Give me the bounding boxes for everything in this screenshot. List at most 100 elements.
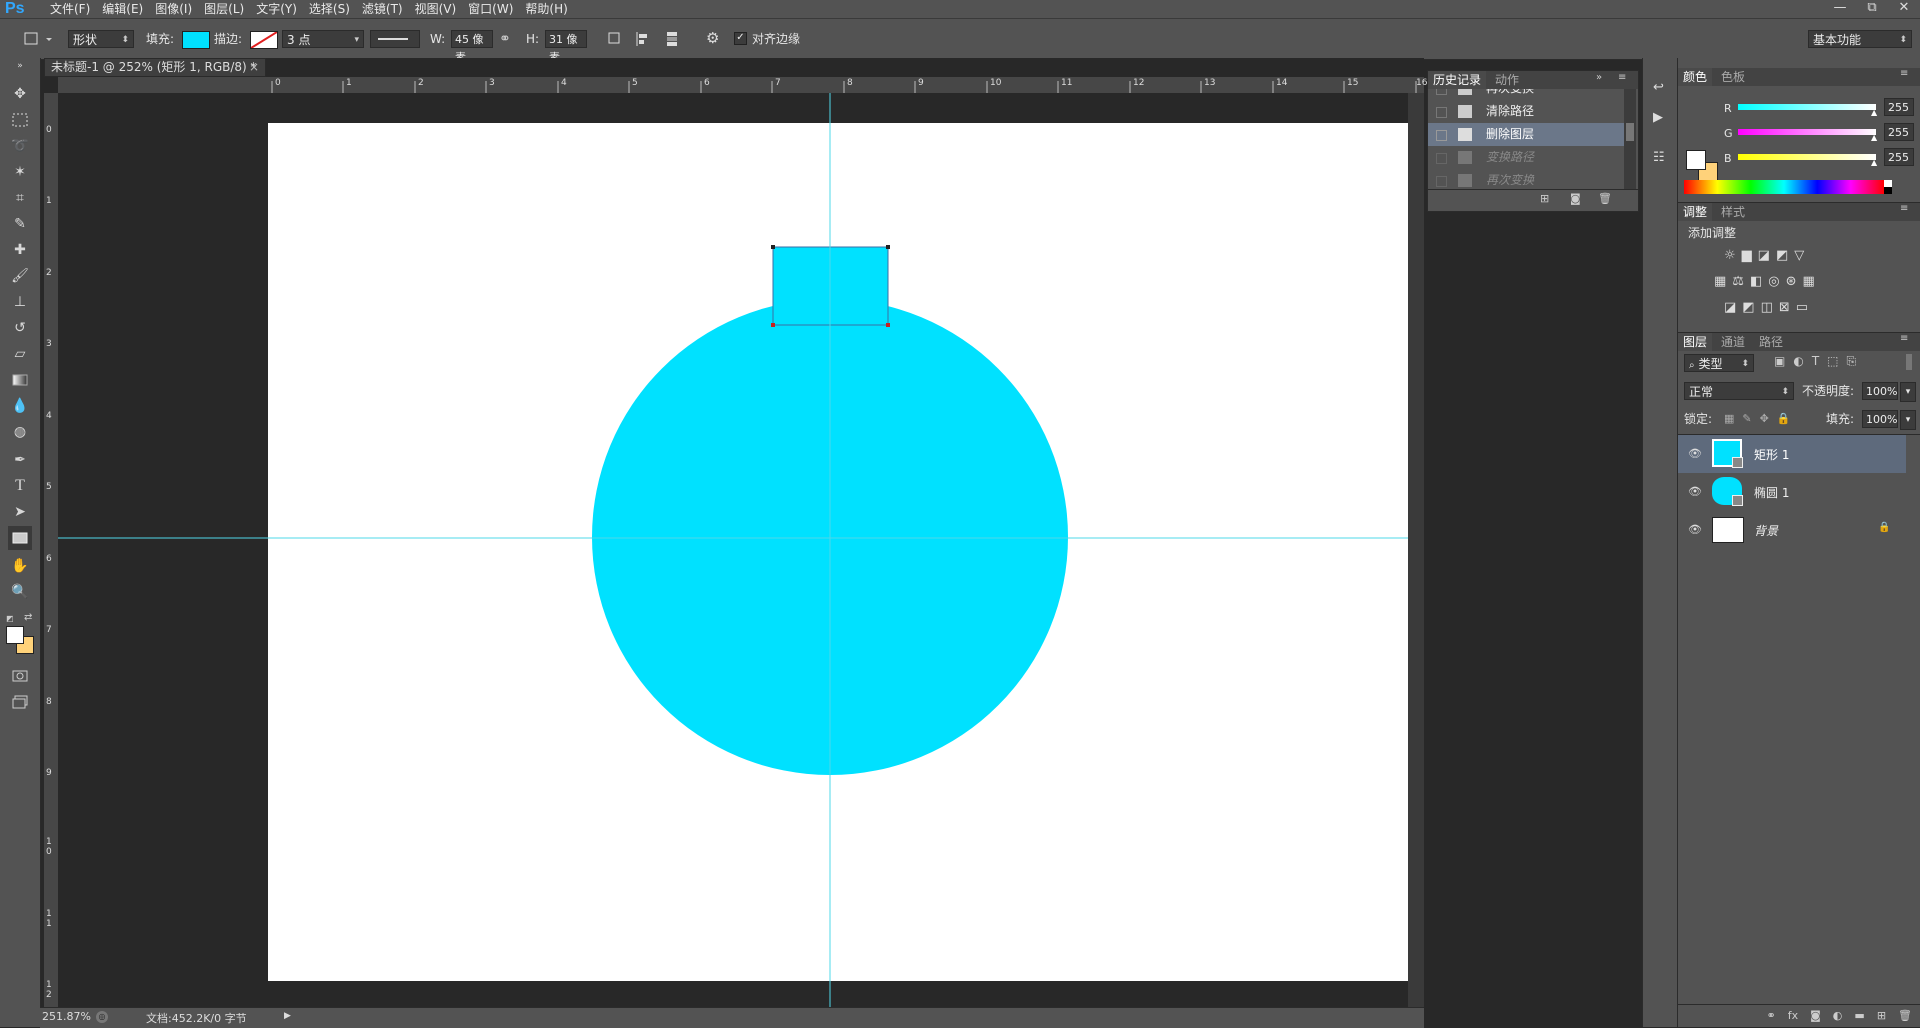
- color-balance-icon[interactable]: ⚖: [1732, 274, 1744, 289]
- camera-icon[interactable]: ◙: [1570, 192, 1581, 205]
- close-tab-button[interactable]: ×: [249, 59, 259, 76]
- panel-menu-icon[interactable]: ≡: [1900, 333, 1908, 344]
- fill-swatch[interactable]: [182, 31, 210, 49]
- actions-panel-icon[interactable]: ▶: [1653, 110, 1663, 125]
- posterize-icon[interactable]: ◩: [1742, 300, 1754, 315]
- eye-icon[interactable]: 👁: [1688, 447, 1702, 460]
- status-info-icon[interactable]: ◎: [96, 1011, 108, 1023]
- hue-saturation-icon[interactable]: ▦: [1714, 274, 1726, 289]
- workspace-switcher[interactable]: 基本功能 ⬍: [1808, 30, 1912, 48]
- white-sample[interactable]: [1884, 180, 1892, 187]
- quick-mask-icon[interactable]: [8, 664, 32, 688]
- menu-layer[interactable]: 图层(L): [198, 0, 250, 18]
- color-lookup-icon[interactable]: ▦: [1803, 274, 1815, 289]
- brightness-icon[interactable]: ☼: [1724, 248, 1736, 263]
- gradient-map-icon[interactable]: ▭: [1796, 300, 1808, 315]
- new-layer-icon[interactable]: ⊞: [1877, 1005, 1886, 1027]
- stroke-type-dropdown[interactable]: [370, 30, 420, 48]
- menu-file[interactable]: 文件(F): [44, 0, 96, 18]
- path-operations-icon[interactable]: [606, 30, 624, 51]
- channel-r-input[interactable]: 255: [1884, 98, 1914, 116]
- screen-mode-icon[interactable]: [8, 690, 32, 714]
- threshold-icon[interactable]: ◫: [1761, 300, 1773, 315]
- crop-tool-icon[interactable]: ⌗: [8, 186, 32, 210]
- tab-adjustments[interactable]: 调整: [1678, 203, 1713, 221]
- shape-layer-filter-icon[interactable]: ⬚: [1827, 354, 1838, 369]
- history-source-checkbox[interactable]: [1436, 176, 1447, 187]
- selective-color-icon[interactable]: ⊠: [1779, 300, 1790, 315]
- vertical-scrollbar[interactable]: [1408, 93, 1424, 1007]
- history-brush-tool-icon[interactable]: ↺: [8, 316, 32, 340]
- align-edges-checkbox[interactable]: ✓: [734, 32, 747, 45]
- trash-icon[interactable]: 🗑: [1598, 192, 1612, 205]
- panel-menu-icon[interactable]: ≡: [1900, 203, 1908, 214]
- healing-brush-tool-icon[interactable]: ✚: [8, 238, 32, 262]
- history-source-checkbox[interactable]: [1436, 130, 1447, 141]
- menu-filter[interactable]: 滤镜(T): [356, 0, 409, 18]
- foreground-color-swatch[interactable]: [1686, 150, 1706, 170]
- channel-r-slider[interactable]: [1738, 104, 1876, 110]
- tool-preset-picker[interactable]: [22, 30, 56, 48]
- new-group-icon[interactable]: ▬: [1854, 1005, 1864, 1027]
- history-item-selected[interactable]: 删除图层: [1428, 123, 1624, 146]
- tab-actions[interactable]: 动作: [1490, 71, 1524, 89]
- properties-panel-icon[interactable]: ☷: [1653, 150, 1665, 165]
- channel-b-slider[interactable]: [1738, 154, 1876, 160]
- swap-colors-icon[interactable]: ⇄: [24, 612, 32, 623]
- photo-filter-icon[interactable]: ◎: [1768, 274, 1779, 289]
- gradient-tool-icon[interactable]: [8, 368, 32, 392]
- collapse-icon[interactable]: »: [8, 60, 32, 72]
- black-white-icon[interactable]: ◧: [1750, 274, 1762, 289]
- dodge-tool-icon[interactable]: ◍: [8, 420, 32, 444]
- smart-object-filter-icon[interactable]: ⎘: [1847, 354, 1857, 369]
- expand-icon[interactable]: »: [1596, 72, 1602, 83]
- menu-help[interactable]: 帮助(H): [519, 0, 573, 18]
- panel-menu-icon[interactable]: ≡: [1900, 68, 1908, 79]
- levels-icon[interactable]: ▆: [1742, 248, 1752, 263]
- menu-view[interactable]: 视图(V): [409, 0, 463, 18]
- path-arrangement-icon[interactable]: [662, 30, 682, 51]
- lasso-tool-icon[interactable]: ➰: [8, 134, 32, 158]
- rectangle-tool-icon[interactable]: [8, 526, 32, 550]
- status-menu-arrow-icon[interactable]: ▶: [284, 1011, 291, 1021]
- link-icon[interactable]: ⚭: [499, 31, 511, 47]
- lock-pixels-icon[interactable]: ✎: [1742, 410, 1751, 428]
- fill-input[interactable]: 100%: [1862, 410, 1898, 428]
- path-alignment-icon[interactable]: [634, 30, 652, 51]
- vibrance-icon[interactable]: ▽: [1794, 248, 1804, 263]
- history-source-checkbox[interactable]: [1436, 107, 1447, 118]
- exposure-icon[interactable]: ◩: [1776, 248, 1788, 263]
- shape-mode-dropdown[interactable]: 形状 ⬍: [68, 30, 134, 48]
- history-scrollbar[interactable]: [1624, 89, 1636, 189]
- type-layer-filter-icon[interactable]: T: [1812, 354, 1819, 369]
- stroke-swatch[interactable]: [250, 31, 278, 49]
- zoom-level[interactable]: 251.87%: [42, 1010, 91, 1023]
- type-tool-icon[interactable]: T: [8, 474, 32, 498]
- add-mask-icon[interactable]: ◙: [1810, 1005, 1821, 1027]
- layer-row[interactable]: 👁 背景 🔒: [1678, 511, 1906, 549]
- adjustment-layer-filter-icon[interactable]: ◐: [1793, 354, 1803, 369]
- foreground-color-swatch[interactable]: [6, 626, 24, 644]
- new-document-from-state-icon[interactable]: ⊞: [1540, 192, 1549, 205]
- height-input[interactable]: 31 像素: [545, 30, 587, 64]
- eyedropper-tool-icon[interactable]: ✎: [8, 212, 32, 236]
- eye-icon[interactable]: 👁: [1688, 485, 1702, 498]
- history-item[interactable]: 再次变换: [1428, 169, 1624, 189]
- scroll-thumb[interactable]: [1626, 123, 1634, 141]
- menu-select[interactable]: 选择(S): [303, 0, 356, 18]
- blur-tool-icon[interactable]: 💧: [8, 394, 32, 418]
- move-tool-icon[interactable]: ✥: [8, 82, 32, 106]
- hand-tool-icon[interactable]: ✋: [8, 554, 32, 578]
- clone-stamp-tool-icon[interactable]: ⊥: [8, 290, 32, 314]
- dropdown-arrow-icon[interactable]: ▾: [1900, 382, 1916, 402]
- menu-edit[interactable]: 编辑(E): [96, 0, 149, 18]
- tab-history[interactable]: 历史记录: [1428, 71, 1487, 89]
- trash-icon[interactable]: 🗑: [1898, 1005, 1912, 1027]
- layer-name[interactable]: 椭圆 1: [1754, 484, 1789, 501]
- menu-window[interactable]: 窗口(W): [462, 0, 519, 18]
- panel-menu-icon[interactable]: ≡: [1618, 72, 1626, 83]
- eye-icon[interactable]: 👁: [1688, 523, 1702, 536]
- channel-b-input[interactable]: 255: [1884, 148, 1914, 166]
- tab-layers[interactable]: 图层: [1678, 333, 1713, 351]
- black-sample[interactable]: [1884, 187, 1892, 194]
